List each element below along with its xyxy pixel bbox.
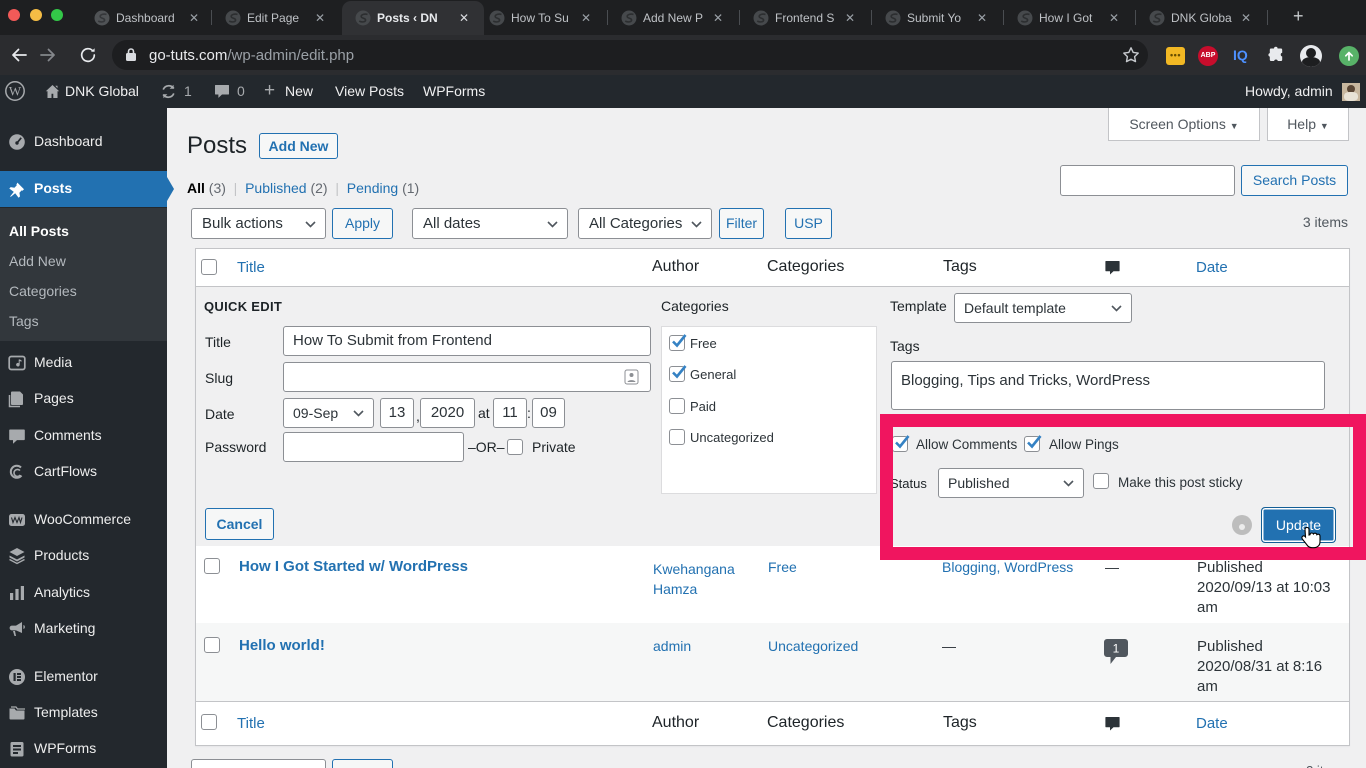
- svg-text:1: 1: [1113, 642, 1120, 656]
- svg-text:W: W: [9, 84, 22, 99]
